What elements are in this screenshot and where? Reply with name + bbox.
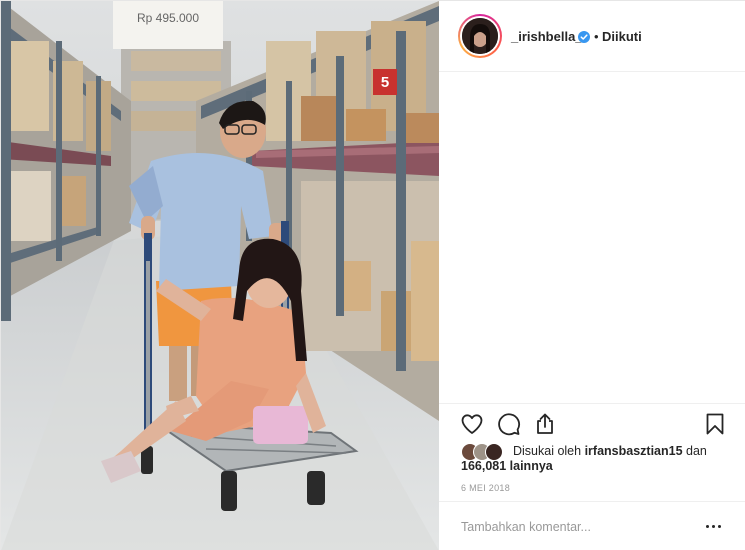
speech-bubble-icon <box>498 413 520 436</box>
profile-avatar[interactable] <box>458 14 502 58</box>
like-button[interactable] <box>460 412 486 438</box>
price-sign <box>113 1 223 49</box>
instagram-post: Rp 495.000 5 _irishbella_ • Diikuti Disu… <box>0 0 745 550</box>
share-button[interactable] <box>533 412 559 438</box>
save-button[interactable] <box>703 412 729 438</box>
add-comment-bar <box>439 501 745 550</box>
post-side-panel: _irishbella_ • Diikuti Disukai oleh irfa… <box>439 1 745 550</box>
heart-icon <box>461 414 483 434</box>
following-button[interactable]: Diikuti <box>602 29 642 44</box>
likes-count: 166,081 <box>461 459 507 473</box>
price-sign-text: Rp 495.000 <box>137 11 199 25</box>
likes-count-line[interactable]: 166,081 lainnya <box>461 458 553 475</box>
comments-section <box>439 73 745 403</box>
bookmark-icon <box>706 413 724 435</box>
warehouse-scene: Rp 495.000 5 <box>1 1 439 550</box>
avatar-photo <box>462 18 498 54</box>
post-date[interactable]: 6 MEI 2018 <box>461 483 510 493</box>
verified-badge-icon <box>578 30 590 43</box>
likes-summary: Disukai oleh irfansbasztian15 dan 166,08… <box>461 441 731 475</box>
username-link[interactable]: _irishbella_ <box>511 29 583 44</box>
header-separator: • <box>594 29 599 44</box>
more-options-button[interactable] <box>705 518 723 534</box>
post-header: _irishbella_ • Diikuti <box>439 1 745 72</box>
first-liker-link[interactable]: irfansbasztian15 <box>585 444 683 458</box>
likes-and: dan <box>682 444 707 458</box>
comment-button[interactable] <box>497 412 523 438</box>
aisle-number: 5 <box>381 74 389 91</box>
likes-prefix: Disukai oleh <box>513 444 585 458</box>
likes-suffix: lainnya <box>506 459 553 473</box>
pink-handbag <box>253 406 308 444</box>
share-icon <box>537 413 553 434</box>
comment-input[interactable] <box>461 517 691 537</box>
more-options-icon <box>706 525 709 528</box>
action-bar <box>439 403 745 443</box>
post-photo[interactable]: Rp 495.000 5 <box>1 1 439 550</box>
